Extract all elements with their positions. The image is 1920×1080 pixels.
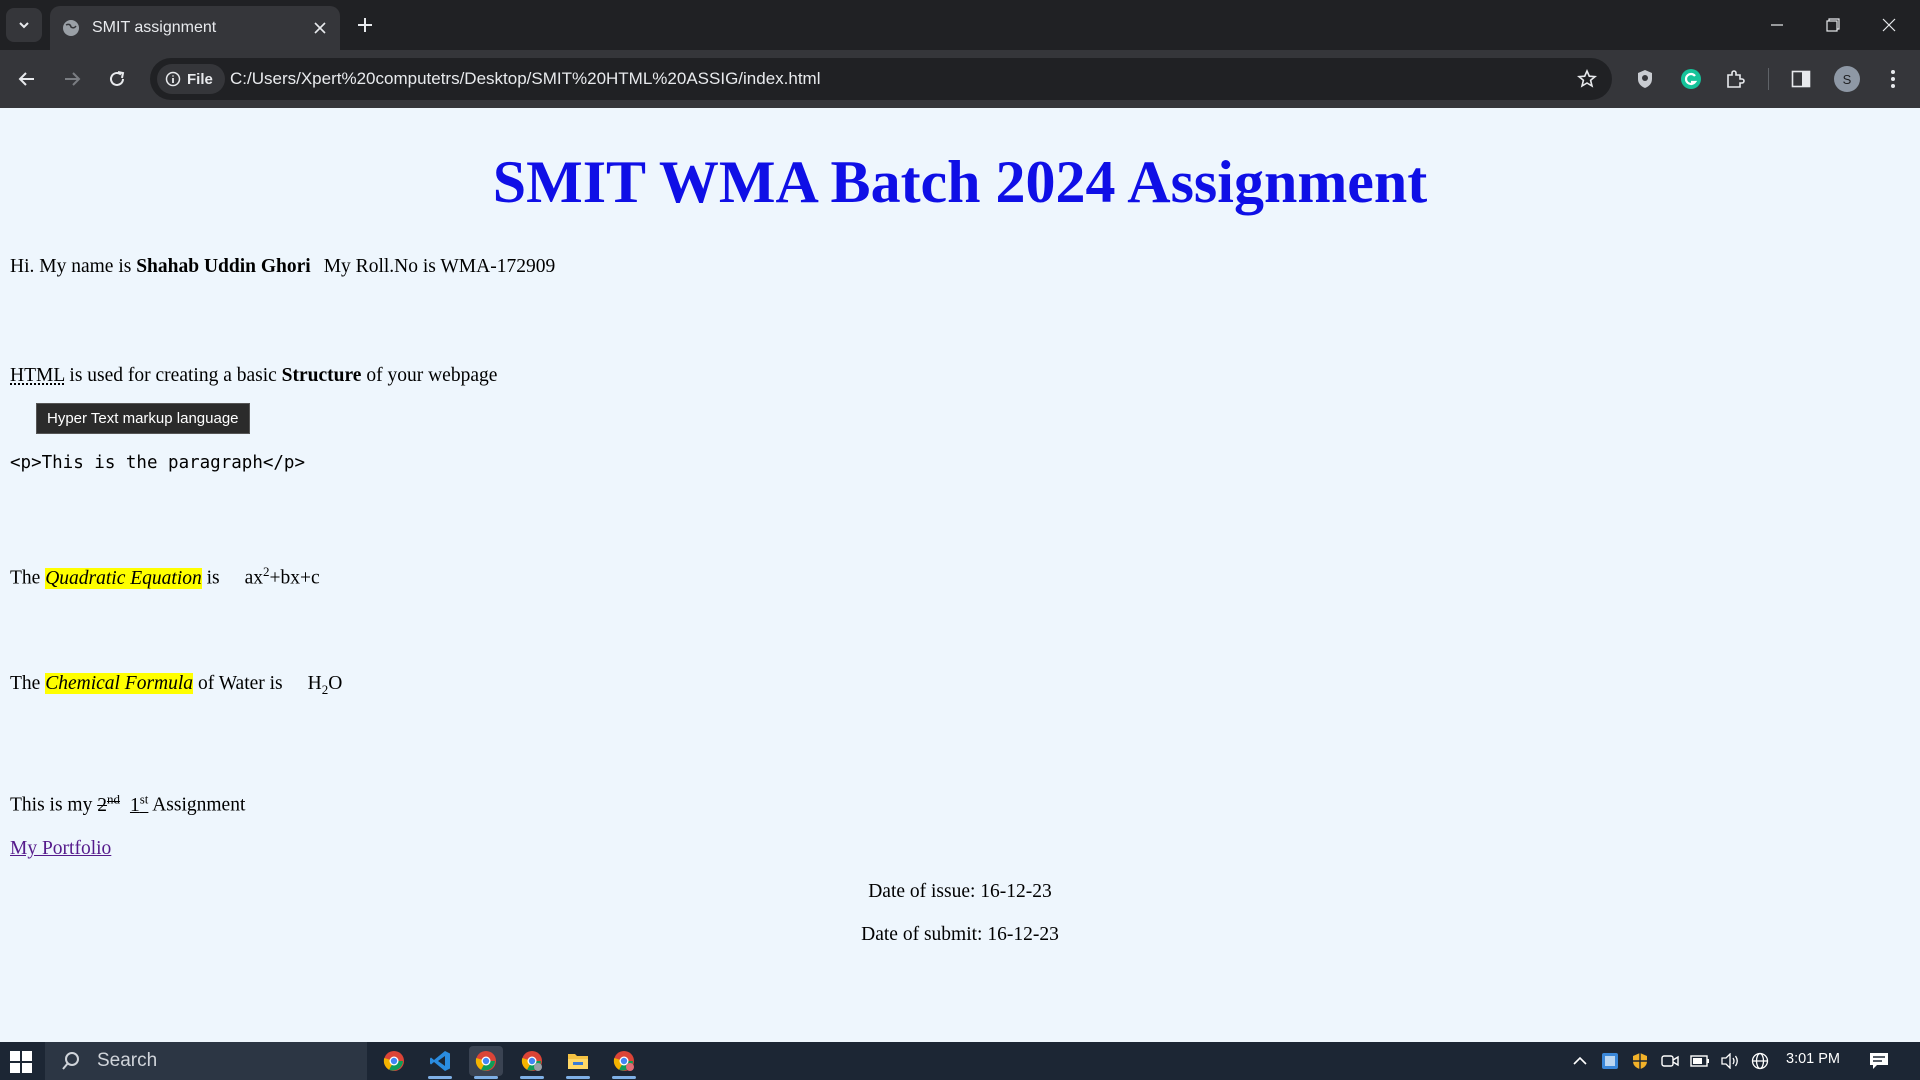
arrow-left-icon <box>18 72 34 86</box>
assignment-line: This is my 2nd 1st Assignment <box>10 791 245 817</box>
notification-icon[interactable] <box>1868 1050 1890 1072</box>
grammarly-extension-icon[interactable] <box>1676 64 1706 94</box>
arrow-right-icon <box>65 72 81 86</box>
browser-toolbar: File C:/Users/Xpert%20computetrs/Desktop… <box>0 50 1920 108</box>
plus-icon <box>358 18 372 32</box>
chrome-profile-2-taskbar-icon[interactable] <box>607 1046 641 1079</box>
meet-now-icon[interactable] <box>1660 1051 1680 1071</box>
roll-number: My Roll.No is WMA-172909 <box>323 256 556 277</box>
inserted-ordinal: 1st <box>129 791 149 816</box>
formula-o: O <box>328 673 343 694</box>
struck-ordinal: 2nd <box>97 791 120 816</box>
forward-button[interactable] <box>57 64 87 94</box>
volume-icon[interactable] <box>1720 1051 1740 1071</box>
extensions-puzzle-icon[interactable] <box>1720 64 1750 94</box>
assignment-prefix: This is my <box>10 794 98 816</box>
quadratic-prefix: The <box>10 567 46 589</box>
restore-icon <box>1826 18 1840 32</box>
close-icon <box>1882 18 1896 32</box>
minimize-button[interactable] <box>1754 0 1800 50</box>
side-panel-icon[interactable] <box>1786 64 1816 94</box>
site-chip-label: File <box>187 70 213 88</box>
url-text[interactable]: C:/Users/Xpert%20computetrs/Desktop/SMIT… <box>230 69 821 89</box>
chrome-active-taskbar-icon[interactable] <box>469 1046 503 1079</box>
restore-button[interactable] <box>1810 0 1856 50</box>
file-explorer-taskbar-icon[interactable] <box>561 1046 595 1079</box>
assignment-suffix: Assignment <box>148 794 246 816</box>
chrome-profile-taskbar-icon[interactable] <box>515 1046 549 1079</box>
chemical-highlight: Chemical Formula <box>45 673 194 694</box>
profile-avatar[interactable]: S <box>1834 66 1860 92</box>
page-title: SMIT WMA Batch 2024 Assignment <box>492 149 1428 215</box>
site-info-chip[interactable]: File <box>157 64 225 94</box>
vscode-taskbar-icon[interactable] <box>423 1046 457 1079</box>
quadratic-line: The Quadratic Equation is ax2+bx+c <box>10 564 320 590</box>
bookmark-star-icon[interactable] <box>1576 68 1598 90</box>
tab-active[interactable]: SMIT assignment <box>50 6 340 50</box>
student-name: Shahab Uddin Ghori <box>136 256 311 277</box>
address-bar[interactable]: File C:/Users/Xpert%20computetrs/Desktop… <box>150 58 1612 100</box>
globe-icon <box>62 19 80 37</box>
structure-word: Structure <box>281 365 362 386</box>
battery-icon[interactable] <box>1690 1051 1710 1071</box>
page-content: SMIT WMA Batch 2024 Assignment Hi. My na… <box>0 108 1920 1042</box>
html-line: HTML is used for creating a basic Struct… <box>10 365 497 387</box>
date-of-submit: Date of submit: 16-12-23 <box>861 924 1059 945</box>
windows-start-icon[interactable] <box>10 1051 32 1073</box>
taskbar: Search 3:01 PM <box>0 1042 1920 1080</box>
equation-base: ax <box>244 567 264 589</box>
taskbar-search-box[interactable]: Search <box>45 1042 367 1080</box>
search-icon <box>62 1052 79 1070</box>
reload-icon <box>110 71 125 86</box>
toolbar-divider <box>1768 68 1769 90</box>
tab-search-button[interactable] <box>6 8 42 42</box>
taskbar-clock[interactable]: 3:01 PM <box>1786 1051 1840 1067</box>
reload-button[interactable] <box>102 64 132 94</box>
close-window-button[interactable] <box>1866 0 1912 50</box>
html-abbr[interactable]: HTML <box>10 365 65 386</box>
minimize-icon <box>1771 24 1783 26</box>
more-menu-icon[interactable] <box>1878 64 1908 94</box>
tab-title: SMIT assignment <box>92 19 217 36</box>
tray-app-icon[interactable] <box>1600 1051 1620 1071</box>
taskbar-search-label: Search <box>97 1050 158 1071</box>
chevron-up-icon[interactable] <box>1570 1051 1590 1071</box>
html-line-middle: is used for creating a basic <box>64 365 282 386</box>
portfolio-link[interactable]: My Portfolio <box>10 838 111 859</box>
chemical-line: The Chemical Formula of Water is H2O <box>10 673 342 698</box>
html-line-suffix: of your webpage <box>361 365 498 386</box>
back-button[interactable] <box>12 64 42 94</box>
chrome-taskbar-icon[interactable] <box>377 1046 411 1076</box>
chemical-suffix: of Water is <box>193 673 283 694</box>
formula-h: H <box>307 673 322 694</box>
intro-line: Hi. My name is Shahab Uddin Ghori My Roll… <box>10 256 555 278</box>
quadratic-highlight: Quadratic Equation <box>45 567 202 589</box>
tab-strip: SMIT assignment <box>0 0 1920 50</box>
abbr-tooltip: Hyper Text markup language <box>36 403 250 434</box>
security-shield-icon[interactable] <box>1630 1051 1650 1071</box>
code-paragraph: <p>This is the paragraph</p> <box>10 453 306 473</box>
new-tab-button[interactable] <box>352 12 378 38</box>
quadratic-suffix: is <box>201 567 220 589</box>
portfolio-line: My Portfolio <box>10 838 111 860</box>
info-icon <box>165 71 181 87</box>
close-tab-icon[interactable] <box>310 18 330 38</box>
globe-network-icon[interactable] <box>1750 1051 1770 1071</box>
equation-rest: +bx+c <box>269 567 320 589</box>
shield-extension-icon[interactable] <box>1630 64 1660 94</box>
date-of-issue: Date of issue: 16-12-23 <box>868 881 1052 902</box>
chemical-prefix: The <box>10 673 46 694</box>
intro-prefix: Hi. My name is <box>10 256 137 277</box>
chevron-down-icon <box>19 22 29 29</box>
